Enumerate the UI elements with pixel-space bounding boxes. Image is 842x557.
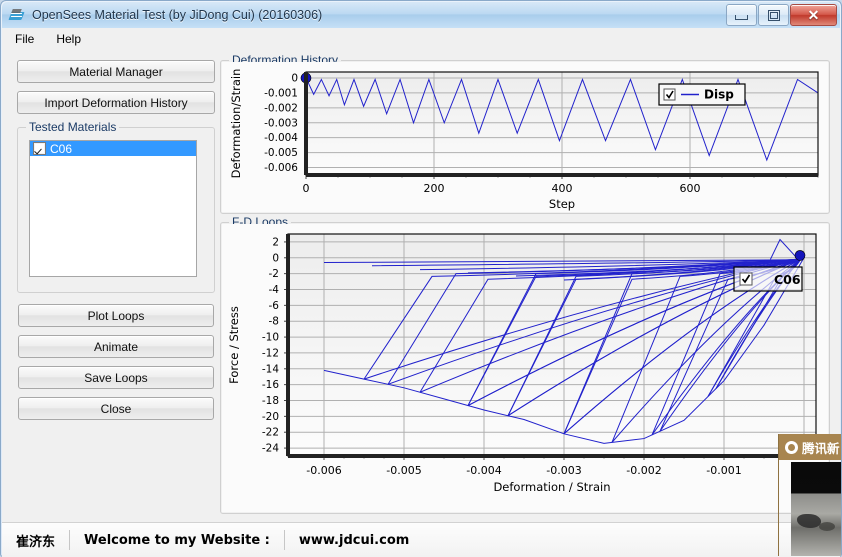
window-controls: ✕ xyxy=(725,4,837,26)
x-axis-label: Step xyxy=(549,197,575,211)
y-tick-label: -0.001 xyxy=(264,87,298,99)
list-item[interactable]: C06 xyxy=(30,141,196,156)
import-deformation-history-button[interactable]: Import Deformation History xyxy=(17,91,215,114)
legend-label: Disp xyxy=(704,88,734,102)
y-tick-label: -0.003 xyxy=(264,117,298,129)
chart-legend[interactable]: Disp xyxy=(658,83,746,106)
maximize-icon xyxy=(767,9,780,21)
y-tick-label: -6 xyxy=(269,300,280,312)
material-label: C06 xyxy=(50,141,73,156)
minimize-icon xyxy=(735,15,748,20)
y-axis-label: Deformation/Strain xyxy=(229,69,243,179)
tencent-popup-title: 腾讯新 xyxy=(802,441,840,456)
y-tick-label: -8 xyxy=(269,316,279,328)
status-welcome: Welcome to my Website : xyxy=(84,532,270,548)
x-tick-label: 400 xyxy=(552,182,573,195)
main-body: Material Manager Import Deformation Hist… xyxy=(2,50,840,522)
close-icon: ✕ xyxy=(807,7,820,23)
opensees-app-icon xyxy=(8,7,26,24)
legend-label: C06 xyxy=(774,272,801,287)
close-button[interactable]: Close xyxy=(18,397,214,420)
x-tick-label: 200 xyxy=(424,182,445,195)
material-checkbox-icon[interactable] xyxy=(33,142,46,155)
tested-materials-group-title: Tested Materials xyxy=(26,120,120,134)
tested-materials-group: Tested Materials C06 xyxy=(17,120,215,293)
x-tick-label: -0.001 xyxy=(706,464,741,477)
current-point-marker xyxy=(794,250,806,261)
deformation-history-group: Deformation History 0 -0.001 -0.002 -0.003-… xyxy=(220,53,830,214)
y-tick-label: -10 xyxy=(262,332,279,344)
y-tick-label: -22 xyxy=(262,427,279,439)
menu-file[interactable]: File xyxy=(6,30,43,48)
y-tick-label: 0 xyxy=(272,252,279,264)
legend-checkbox-icon[interactable] xyxy=(663,88,676,101)
status-author: 崔济东 xyxy=(16,534,56,550)
chart-legend[interactable]: C06 xyxy=(733,266,803,292)
x-tick-label: -0.002 xyxy=(626,464,661,477)
y-tick-label: -16 xyxy=(262,379,279,391)
y-tick-label: -12 xyxy=(262,347,279,359)
close-window-button[interactable]: ✕ xyxy=(790,4,837,26)
y-tick-label: -14 xyxy=(262,363,279,375)
y-tick-label: -18 xyxy=(262,395,279,407)
y-tick-label: -2 xyxy=(269,268,279,280)
x-tick-label: -0.003 xyxy=(546,464,581,477)
y-tick-label: -24 xyxy=(262,443,279,455)
y-tick-label: -0.002 xyxy=(264,102,298,114)
y-tick-label: 0 xyxy=(291,72,298,84)
y-tick-label: -0.004 xyxy=(264,132,298,144)
tested-materials-list[interactable]: C06 xyxy=(29,140,197,277)
fd-loops-group: F-D Loops 2 0 -2 -4 -6 -8 -10 -12 -14 -16 -18 -20 -2… xyxy=(220,215,830,514)
x-tick-label: 0 xyxy=(303,182,310,195)
save-loops-button[interactable]: Save Loops xyxy=(18,366,214,389)
fd-loops-svg: 2 0 -2 -4 -6 -8 -10 -12 -14 -16 -18 -20 -22 -24 -0.006… xyxy=(227,233,817,494)
fd-loops-plot[interactable]: 2 0 -2 -4 -6 -8 -10 -12 -14 -16 -18 -20 -22 -24 -0.006… xyxy=(222,224,828,512)
tencent-logo-icon xyxy=(785,440,798,454)
tencent-popup-header: 腾讯新 xyxy=(779,434,841,460)
x-tick-label: -0.004 xyxy=(466,464,501,477)
tencent-news-popup[interactable]: 腾讯新 xyxy=(778,434,841,556)
tencent-popup-image[interactable] xyxy=(791,462,841,556)
charts-panel: Deformation History 0 -0.001 -0.002 -0.003-… xyxy=(218,50,840,522)
x-tick-label: 600 xyxy=(680,182,701,195)
popup-image-detail-2 xyxy=(819,522,835,531)
status-bar: 崔济东 Welcome to my Website : www.jdcui.co… xyxy=(2,522,840,557)
y-tick-label: 2 xyxy=(272,236,279,248)
title-bar: OpenSees Material Test (by JiDong Cui) (… xyxy=(2,2,840,29)
window-title: OpenSees Material Test (by JiDong Cui) (… xyxy=(32,8,323,22)
y-tick-label: -0.006 xyxy=(264,162,298,174)
deformation-history-svg: 0 -0.001 -0.002 -0.003 -0.004 -0.005 -0.006 0 20… xyxy=(229,69,819,211)
y-axis-label: Force / Stress xyxy=(227,306,241,384)
x-tick-label: -0.006 xyxy=(306,464,341,477)
animate-button[interactable]: Animate xyxy=(18,335,214,358)
plot-loops-button[interactable]: Plot Loops xyxy=(18,304,214,327)
y-tick-label: -4 xyxy=(269,284,280,296)
sidebar-panel: Material Manager Import Deformation Hist… xyxy=(2,50,218,522)
application-window: OpenSees Material Test (by JiDong Cui) (… xyxy=(0,0,842,557)
x-axis-label: Deformation / Strain xyxy=(493,480,610,494)
popup-image-detail-1 xyxy=(797,514,821,528)
maximize-button[interactable] xyxy=(758,4,789,26)
y-tick-label: -0.005 xyxy=(264,147,298,159)
minimize-button[interactable] xyxy=(726,4,757,26)
deformation-history-plot[interactable]: 0 -0.001 -0.002 -0.003 -0.004 -0.005 -0.006 0 20… xyxy=(222,62,828,212)
menu-help[interactable]: Help xyxy=(47,30,90,48)
material-manager-button[interactable]: Material Manager xyxy=(17,60,215,83)
x-tick-label: -0.005 xyxy=(386,464,421,477)
status-website[interactable]: www.jdcui.com xyxy=(285,529,423,551)
menu-bar: File Help xyxy=(2,28,840,51)
y-tick-label: -20 xyxy=(262,411,279,423)
